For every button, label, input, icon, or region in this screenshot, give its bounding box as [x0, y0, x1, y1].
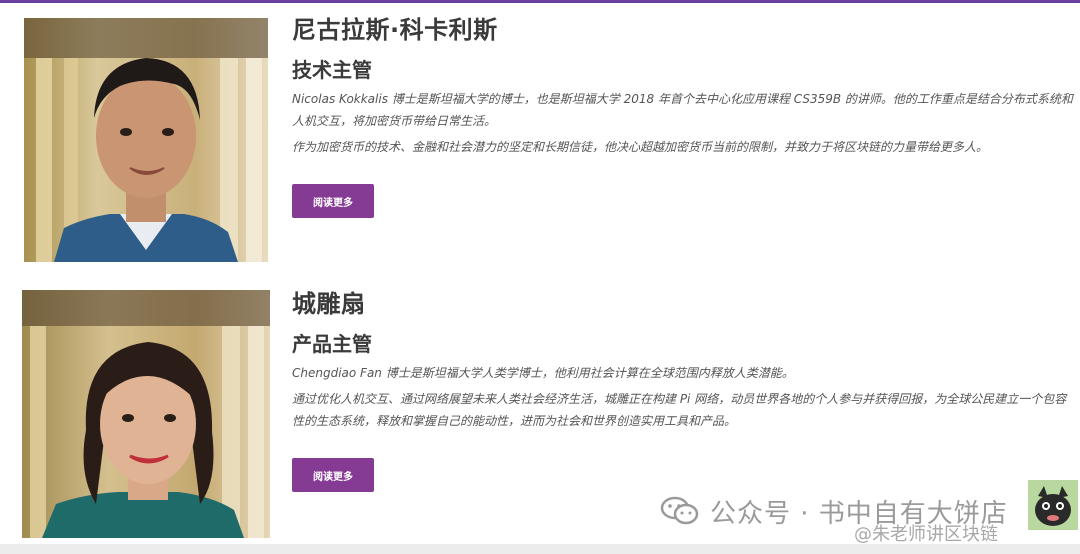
member-info: 城雕扇 产品主管 Chengdiao Fan 博士是斯坦福大学人类学博士，他利用…	[292, 288, 1077, 432]
cartoon-sticker-icon	[1028, 480, 1078, 530]
member-bio: Chengdiao Fan 博士是斯坦福大学人类学博士，他利用社会计算在全球范围…	[292, 366, 794, 380]
member-bio-extra: 作为加密货币的技术、金融和社会潜力的坚定和长期信徒，他决心超越加密货币当前的限制…	[292, 140, 989, 154]
read-more-button[interactable]: 阅读更多	[292, 458, 374, 492]
team-member-card: 尼古拉斯·科卡利斯 技术主管 Nicolas Kokkalis 博士是斯坦福大学…	[0, 14, 1080, 264]
member-info: 尼古拉斯·科卡利斯 技术主管 Nicolas Kokkalis 博士是斯坦福大学…	[292, 14, 1077, 158]
read-more-button[interactable]: 阅读更多	[292, 184, 374, 218]
member-photo	[24, 18, 268, 262]
member-name: 尼古拉斯·科卡利斯	[292, 16, 498, 44]
member-name: 城雕扇	[292, 290, 366, 318]
member-bio: Nicolas Kokkalis 博士是斯坦福大学的博士，也是斯坦福大学 201…	[292, 92, 1073, 128]
top-border	[0, 0, 1080, 3]
wechat-icon	[660, 496, 699, 525]
member-bio-extra: 通过优化人机交互、通过网络展望未来人类社会经济生活，城雕正在构建 Pi 网络，动…	[292, 392, 1067, 428]
watermark-handle: @朱老师讲区块链	[854, 524, 998, 545]
member-photo	[22, 290, 270, 538]
member-role: 技术主管	[292, 58, 372, 82]
member-role: 产品主管	[292, 332, 372, 356]
